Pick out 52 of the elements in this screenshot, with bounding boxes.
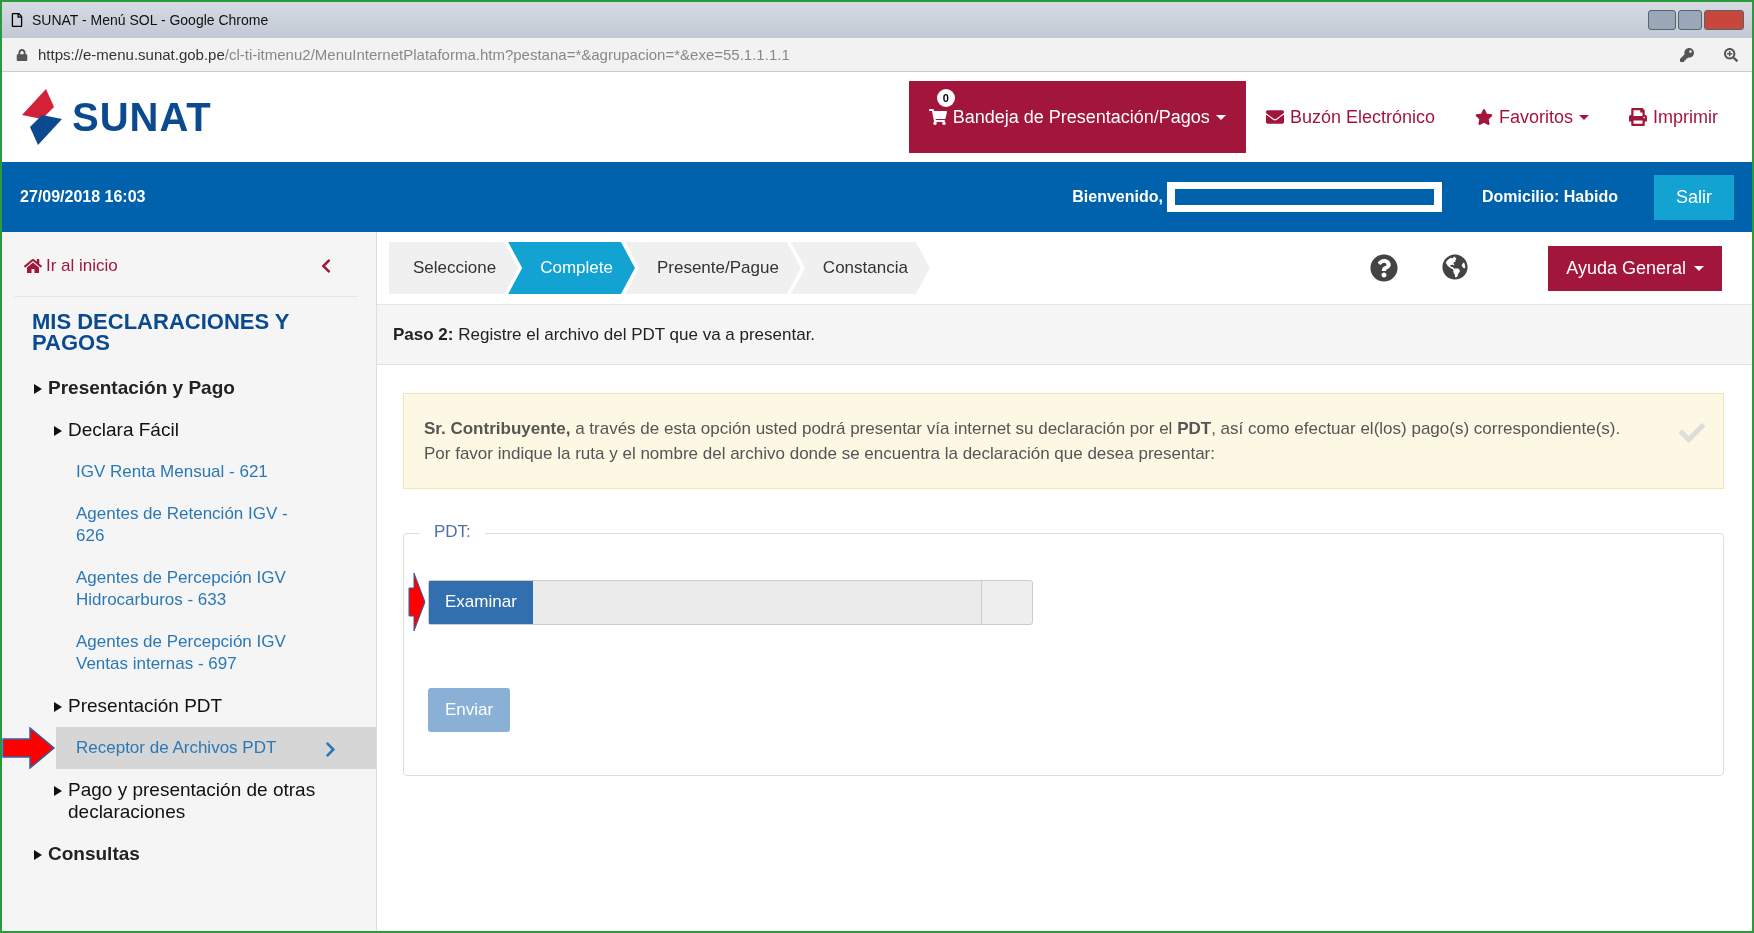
home-icon xyxy=(24,257,42,275)
sunat-logo[interactable]: SUNAT xyxy=(16,87,212,147)
address-bar[interactable]: https://e-menu.sunat.gob.pe/cl-ti-itmenu2/MenuInternetPlataforma.htm?pestana=*&agrupacion=*&exe=55.1.1.1.1 xyxy=(2,38,1752,72)
url-text: https://e-menu.sunat.gob.pe/cl-ti-itmenu2/MenuInternetPlataforma.htm?pestana=*&agrupacion=*&exe=55.1.1.1.1 xyxy=(38,46,790,63)
key-icon[interactable] xyxy=(1680,47,1694,62)
pointer-arrow-drawing xyxy=(2,727,56,769)
nav-link[interactable]: Imprimir xyxy=(1609,81,1738,153)
tree-subgroup[interactable]: Presentación PDT xyxy=(2,685,376,727)
tree-subgroup[interactable]: Pago y presentación de otras declaraciones xyxy=(2,769,376,833)
tree-subgroup[interactable]: Declara Fácil xyxy=(2,409,376,451)
count-badge: 0 xyxy=(936,89,955,107)
check-icon xyxy=(1679,420,1705,446)
domicilio-text: Domicilio: Habido xyxy=(1482,188,1618,206)
pointer-arrow-drawing xyxy=(408,572,426,632)
cart-icon xyxy=(928,108,947,126)
wizard-step[interactable]: Seleccione xyxy=(389,242,519,294)
page-icon xyxy=(10,13,24,27)
sidebar-link[interactable]: Agentes de Percepción IGV Hidrocarburos - 633 xyxy=(2,557,376,621)
file-field[interactable]: Examinar xyxy=(428,579,1033,625)
datetime-text: 27/09/2018 16:03 xyxy=(20,188,146,206)
tree-group[interactable]: Presentación y Pago xyxy=(2,367,376,409)
printer-icon xyxy=(1629,108,1647,126)
globe-icon[interactable] xyxy=(1442,254,1469,280)
triangle-icon xyxy=(54,702,62,712)
window-title: SUNAT - Menú SOL - Google Chrome xyxy=(32,12,269,28)
lock-icon xyxy=(16,48,28,61)
help-icon[interactable] xyxy=(1370,254,1399,282)
welcome-text: Bienvenido, xyxy=(1072,188,1163,206)
sidebar-link[interactable]: IGV Renta Mensual - 621 xyxy=(2,451,376,493)
tree-group[interactable]: Consultas xyxy=(2,833,376,875)
triangle-icon xyxy=(54,786,62,796)
notice-text: Sr. Contribuyente, a través de esta opción usted podrá presentar vía internet su declaración por el PDT, así como efectuar el(los) pago(s) correspondiente(s). Por favor indique la ruta y el nombre del archivo donde se encuentra la declaración que desea presentar: xyxy=(424,419,1621,463)
star-icon xyxy=(1474,108,1493,126)
step-caption: Paso 2: Registre el archivo del PDT que va a presentar. xyxy=(377,305,1752,365)
tray-button[interactable]: 0 Bandeja de Presentación/Pagos xyxy=(908,81,1246,153)
wizard-step[interactable]: Presente/Pague xyxy=(624,242,801,294)
triangle-icon xyxy=(34,384,42,394)
envelope-icon xyxy=(1265,108,1284,126)
zoom-icon[interactable] xyxy=(1724,47,1738,62)
home-link[interactable]: Ir al inicio xyxy=(24,256,118,276)
nav-link[interactable]: Favoritos xyxy=(1454,81,1609,153)
wizard-step[interactable]: Constancia xyxy=(790,242,930,294)
sidebar-heading: MIS DECLARACIONES Y PAGOS xyxy=(31,308,291,357)
minimize-button[interactable] xyxy=(1648,10,1676,30)
maximize-button[interactable] xyxy=(1678,10,1702,30)
browse-button[interactable]: Examinar xyxy=(429,580,533,624)
sidebar-link[interactable]: Agentes de Retención IGV - 626 xyxy=(2,493,376,557)
nav-link[interactable]: Buzón Electrónico xyxy=(1245,81,1455,153)
sidebar-link[interactable]: Agentes de Percepción IGV Ventas internas - 697 xyxy=(2,621,376,685)
help-menu-button[interactable]: Ayuda General xyxy=(1548,245,1722,291)
triangle-icon xyxy=(54,426,62,436)
triangle-icon xyxy=(34,850,42,860)
